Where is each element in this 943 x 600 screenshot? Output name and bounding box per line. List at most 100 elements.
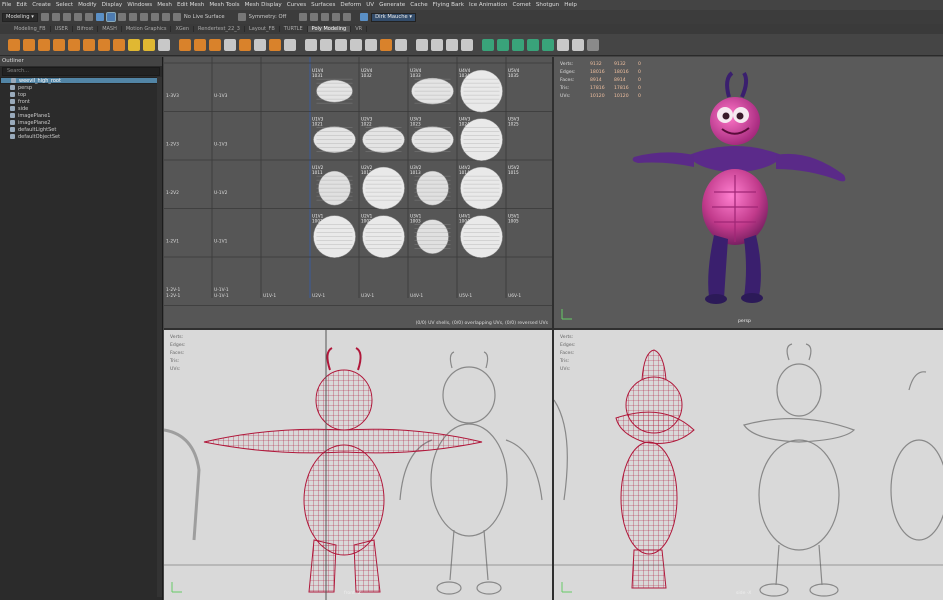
svg-icon[interactable] — [158, 38, 170, 51]
menu-deform[interactable]: Deform — [340, 2, 366, 8]
uv-editor-viewport[interactable]: 1-3V3 1-2V3 1-2V2 1-2V1 1-2V-1 U-1V3 U-1V3 U-1V… — [164, 57, 552, 328]
shelf-tab-modeling-fb[interactable]: Modeling_FB — [10, 26, 51, 32]
separate-icon[interactable] — [194, 38, 206, 51]
save-scene-icon[interactable] — [62, 13, 71, 21]
edge-loop-icon[interactable] — [446, 38, 458, 51]
outliner-item[interactable]: defaultObjectSet — [0, 133, 162, 140]
ipr-render-icon[interactable] — [321, 13, 330, 21]
live-surface-label[interactable]: No Live Surface — [184, 14, 225, 20]
shelf-tab-layout-fb[interactable]: Layout_FB — [245, 26, 280, 32]
menu-display[interactable]: Display — [102, 2, 128, 8]
undo-icon[interactable] — [73, 13, 82, 21]
remesh-icon[interactable] — [269, 38, 281, 51]
shelf-tab-mash[interactable]: MASH — [98, 26, 122, 32]
outliner-search-input[interactable]: Search... — [2, 67, 160, 76]
shelf-tab-bifrost[interactable]: Bifrost — [73, 26, 99, 32]
menu-edit[interactable]: Edit — [16, 2, 32, 8]
reduce-icon[interactable] — [254, 38, 266, 51]
poly-sphere-icon[interactable] — [8, 38, 20, 51]
menu-surfaces[interactable]: Surfaces — [311, 2, 340, 8]
menu-curves[interactable]: Curves — [287, 2, 311, 8]
menu-edit-mesh[interactable]: Edit Mesh — [177, 2, 209, 8]
spherical-map-icon[interactable] — [527, 38, 539, 51]
menu-cache[interactable]: Cache — [410, 2, 432, 8]
menu-ice-animation[interactable]: Ice Animation — [469, 2, 512, 8]
snap-point-icon[interactable] — [150, 13, 159, 21]
unfold-icon[interactable] — [572, 38, 584, 51]
render-settings-icon[interactable] — [332, 13, 341, 21]
layout-uvs-icon[interactable] — [587, 38, 599, 51]
type-icon[interactable] — [143, 38, 155, 51]
outliner-item[interactable]: imagePlane1 — [0, 112, 162, 119]
boolean-icon[interactable] — [224, 38, 236, 51]
outliner-item[interactable]: top — [0, 91, 162, 98]
cylindrical-map-icon[interactable] — [512, 38, 524, 51]
shelf-tab-vr[interactable]: VR — [351, 26, 368, 32]
checker-icon[interactable] — [557, 38, 569, 51]
menu-uv[interactable]: UV — [366, 2, 379, 8]
snap-view-icon[interactable] — [161, 13, 170, 21]
outliner-item[interactable]: defaultLightSet — [0, 126, 162, 133]
menu-windows[interactable]: Windows — [127, 2, 157, 8]
select-by-hierarchy-icon[interactable] — [95, 13, 104, 21]
front-viewport[interactable]: Verts: Edges: Faces: Tris: UVs: front -Z — [164, 330, 552, 600]
mirror-icon[interactable] — [239, 38, 251, 51]
bridge-icon[interactable] — [335, 38, 347, 51]
target-weld-icon[interactable] — [431, 38, 443, 51]
outliner-item[interactable]: persp — [0, 84, 162, 91]
snap-curve-icon[interactable] — [139, 13, 148, 21]
poly-cone-icon[interactable] — [53, 38, 65, 51]
poly-plane-icon[interactable] — [83, 38, 95, 51]
menu-generate[interactable]: Generate — [379, 2, 410, 8]
shelf-tab-motion-graphics[interactable]: Motion Graphics — [122, 26, 172, 32]
planar-map-icon[interactable] — [497, 38, 509, 51]
shelf-tab-rendertest-22-3[interactable]: Rendertest_22_3 — [194, 26, 245, 32]
camera-icon[interactable] — [360, 13, 369, 21]
super-shape-icon[interactable] — [128, 38, 140, 51]
menu-help[interactable]: Help — [564, 2, 582, 8]
menu-flying-bark[interactable]: Flying Bark — [433, 2, 469, 8]
menu-comet[interactable]: Comet — [512, 2, 535, 8]
outliner-item[interactable]: weevil_high_root — [0, 77, 162, 84]
shelf-tab-user[interactable]: USER — [51, 26, 74, 32]
render-icon[interactable] — [299, 13, 308, 21]
shelf-tab-poly-modeling[interactable]: Poly Modeling — [307, 26, 352, 32]
perspective-viewport[interactable]: Verts: 9132 9132 0 Edges: 18016 18016 0 Faces: 89… — [554, 57, 943, 328]
symmetry-label[interactable]: Symmetry: Off — [249, 14, 287, 20]
open-scene-icon[interactable] — [51, 13, 60, 21]
redo-icon[interactable] — [84, 13, 93, 21]
new-scene-icon[interactable] — [40, 13, 49, 21]
merge-icon[interactable] — [380, 38, 392, 51]
collapse-icon[interactable] — [395, 38, 407, 51]
side-viewport[interactable]: Verts: Edges: Faces: Tris: UVs: side -X — [554, 330, 943, 600]
shelf-tab-turtle[interactable]: TURTLE — [280, 26, 308, 32]
workspace-selector[interactable]: Modeling ▾ — [2, 12, 38, 22]
smooth-icon[interactable] — [209, 38, 221, 51]
menu-create[interactable]: Create — [32, 2, 56, 8]
platonic-solid-icon[interactable] — [113, 38, 125, 51]
snap-grid-icon[interactable] — [128, 13, 137, 21]
shelf-tab-xgen[interactable]: XGen — [171, 26, 195, 32]
bevel-icon[interactable] — [320, 38, 332, 51]
menu-select[interactable]: Select — [56, 2, 78, 8]
menu-mesh-tools[interactable]: Mesh Tools — [209, 2, 244, 8]
select-by-object-icon[interactable] — [105, 12, 116, 22]
panel-divider-horizontal[interactable] — [164, 328, 943, 330]
extrude-icon[interactable] — [305, 38, 317, 51]
menu-file[interactable]: File — [2, 2, 16, 8]
append-icon[interactable] — [350, 38, 362, 51]
retopologize-icon[interactable] — [284, 38, 296, 51]
auto-map-icon[interactable] — [542, 38, 554, 51]
combine-icon[interactable] — [179, 38, 191, 51]
outliner-item[interactable]: imagePlane2 — [0, 119, 162, 126]
poly-cube-icon[interactable] — [23, 38, 35, 51]
outliner-item[interactable]: front — [0, 98, 162, 105]
make-live-icon[interactable] — [172, 13, 181, 21]
menu-shotgun[interactable]: Shotgun — [536, 2, 564, 8]
outliner-item[interactable]: side — [0, 105, 162, 112]
poly-cylinder-icon[interactable] — [38, 38, 50, 51]
uv-editor-icon[interactable] — [482, 38, 494, 51]
render-frame-icon[interactable] — [310, 13, 319, 21]
menu-modify[interactable]: Modify — [78, 2, 102, 8]
poly-disc-icon[interactable] — [98, 38, 110, 51]
